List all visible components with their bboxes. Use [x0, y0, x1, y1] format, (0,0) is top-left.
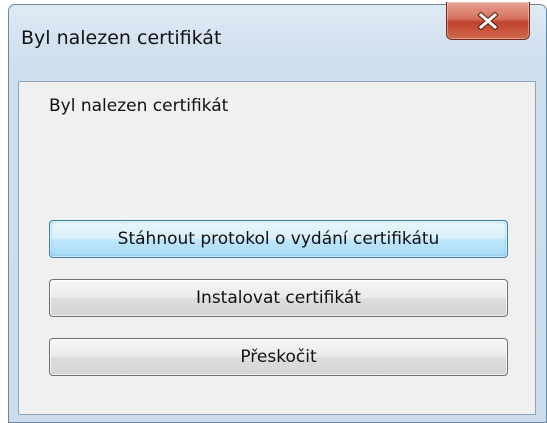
dialog-message: Byl nalezen certifikát: [49, 96, 229, 116]
window-title: Byl nalezen certifikát: [21, 27, 222, 49]
close-icon: [477, 11, 499, 30]
download-protocol-button[interactable]: Stáhnout protokol o vydání certifikátu: [49, 220, 508, 258]
dialog-window: Byl nalezen certifikát Byl nalezen certi…: [8, 2, 547, 423]
skip-button[interactable]: Přeskočit: [49, 338, 508, 376]
dialog-content: Byl nalezen certifikát Stáhnout protokol…: [18, 81, 536, 415]
install-certificate-button[interactable]: Instalovat certifikát: [49, 279, 508, 317]
close-button[interactable]: [446, 2, 530, 40]
